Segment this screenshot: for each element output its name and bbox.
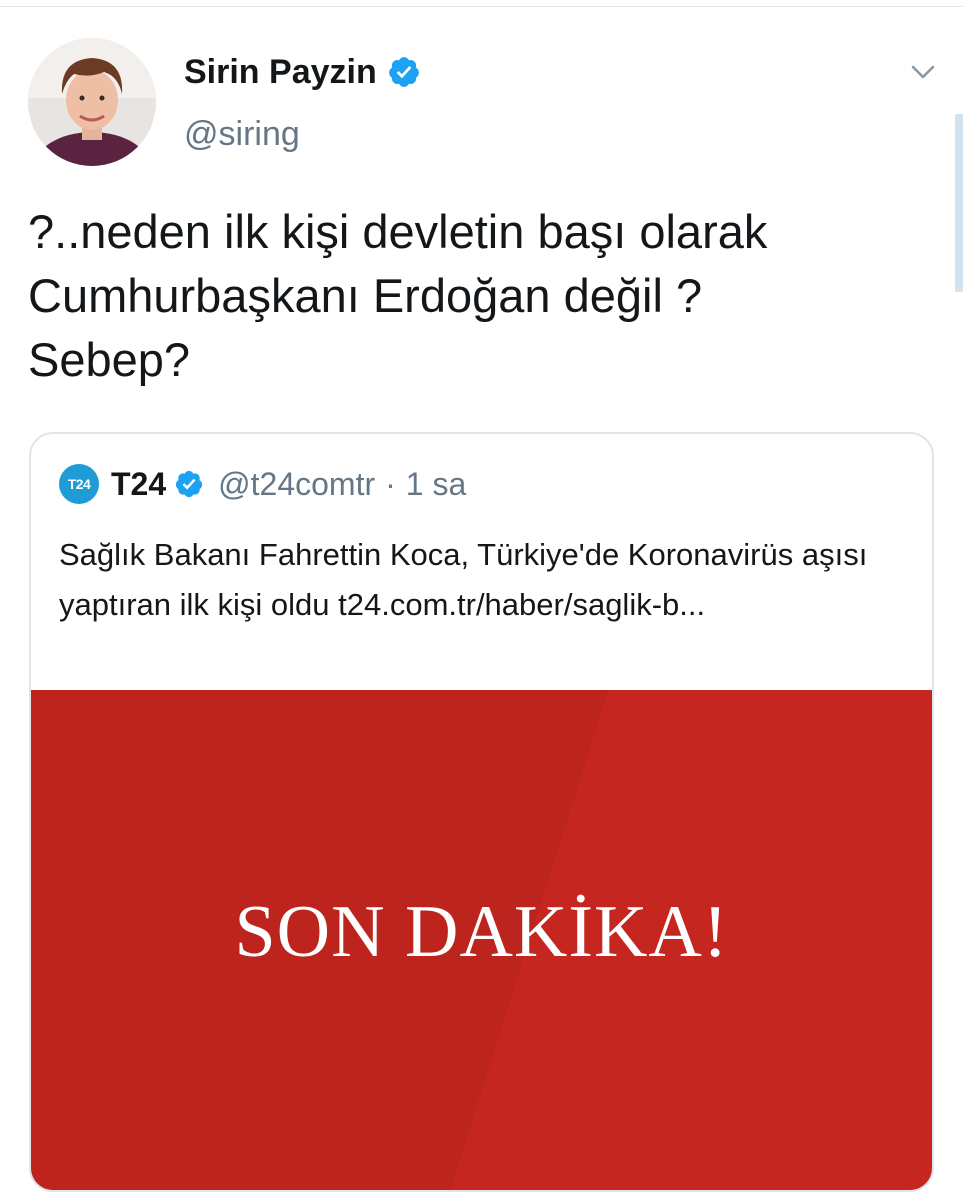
quoted-author-display-name: T24 — [111, 466, 167, 502]
top-divider — [0, 6, 963, 7]
media-caption: SON DAKİKA! — [234, 891, 729, 973]
scrollbar[interactable] — [955, 114, 963, 292]
quoted-tweet-card[interactable]: T24 T24 @t24comtr · 1 sa Sağlık Bakanı F… — [29, 432, 934, 1192]
verified-badge-icon — [176, 470, 203, 498]
avatar[interactable] — [28, 38, 156, 166]
avatar-image — [28, 38, 156, 166]
quoted-tweet-text: Sağlık Bakanı Fahrettin Koca, Türkiye'de… — [59, 537, 868, 622]
quoted-tweet-timestamp: 1 sa — [405, 466, 467, 502]
separator-dot: · — [385, 466, 396, 502]
quoted-tweet-header: T24 T24 @t24comtr · 1 sa — [59, 464, 466, 504]
tweet-text: ?..neden ilk kişi devletin başı olarak C… — [28, 205, 768, 386]
author-display-name[interactable]: Sirin Payzin — [184, 52, 377, 92]
author-display-name-row[interactable]: Sirin Payzin — [184, 52, 421, 92]
author-handle[interactable]: @siring — [184, 114, 300, 154]
quoted-tweet-media[interactable]: SON DAKİKA! — [31, 690, 932, 1190]
chevron-down-icon[interactable] — [909, 58, 937, 86]
t24-logo-icon: T24 — [59, 464, 99, 504]
verified-badge-icon — [388, 57, 419, 87]
quoted-author-handle: @t24comtr — [218, 466, 376, 502]
